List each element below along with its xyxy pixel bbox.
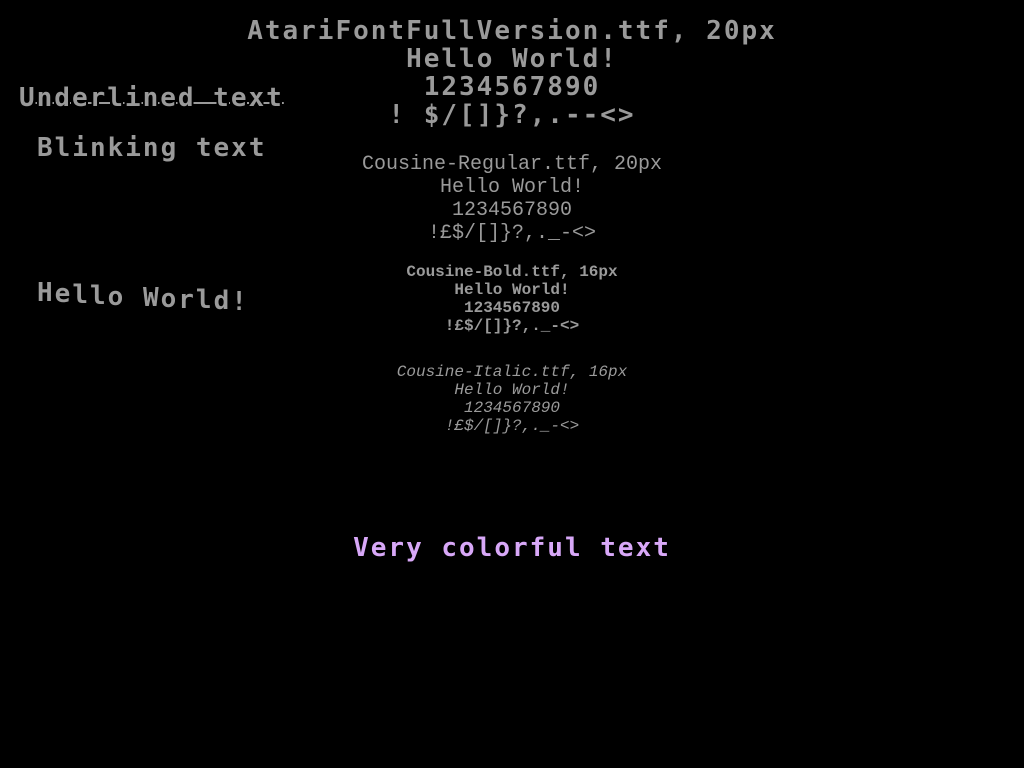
cousine-regular-hello: Hello World! xyxy=(439,176,585,199)
cousine-italic-digits: 1234567890 xyxy=(463,399,560,417)
cousine-bold-title: Cousine-Bold.ttf, 16px xyxy=(406,263,618,281)
cousine-italic-title: Cousine-Italic.ttf, 16px xyxy=(396,363,628,381)
cousine-bold-digits: 1234567890 xyxy=(463,299,560,317)
atari-title: AtariFontFullVersion.ttf, 20px xyxy=(247,16,777,46)
cousine-bold-symbols: !£$/[]}?,._-<> xyxy=(444,317,580,335)
cousine-italic-hello: Hello World! xyxy=(454,381,570,399)
colorful-text: Very colorful text xyxy=(353,533,671,563)
cousine-bold-hello: Hello World! xyxy=(454,281,570,299)
cousine-regular-title: Cousine-Regular.ttf, 20px xyxy=(361,153,663,176)
cousine-regular-symbols: !£$/[]}?,._-<> xyxy=(427,222,597,245)
underlined-text: Underlined text xyxy=(19,83,284,113)
atari-hello: Hello World! xyxy=(406,44,618,74)
cousine-italic-symbols: !£$/[]}?,._-<> xyxy=(444,417,580,435)
cousine-regular-digits: 1234567890 xyxy=(451,199,573,222)
